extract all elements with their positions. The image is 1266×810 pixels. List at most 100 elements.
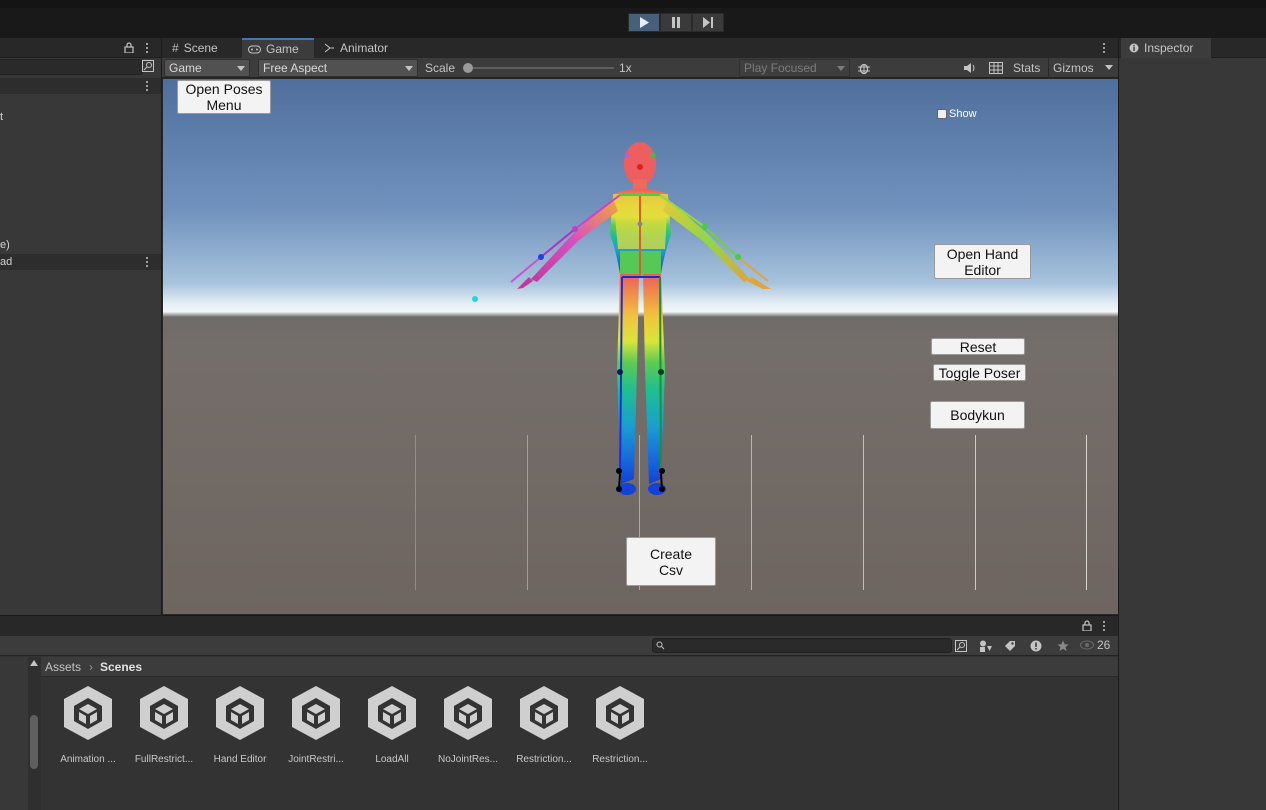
- create-csv-button[interactable]: Create Csv: [626, 537, 716, 586]
- show-checkbox[interactable]: [937, 109, 947, 119]
- tab-scene[interactable]: # Scene: [166, 38, 238, 58]
- open-hand-editor-button[interactable]: Open Hand Editor: [934, 244, 1031, 279]
- hierarchy-item[interactable]: t: [0, 109, 161, 125]
- open-poses-menu-button[interactable]: Open Poses Menu: [177, 80, 271, 114]
- project-search-input[interactable]: [652, 638, 952, 653]
- show-label: Show: [949, 108, 977, 120]
- hierarchy-scene-row-2[interactable]: ad: [0, 254, 161, 270]
- info-icon: [1129, 43, 1139, 53]
- lock-icon[interactable]: [124, 42, 134, 53]
- asset-scene-tile[interactable]: Animation ...: [50, 674, 126, 774]
- asset-scene-tile[interactable]: Restriction...: [506, 674, 582, 774]
- search-scope-button[interactable]: [952, 638, 970, 654]
- game-view-panel: # Scene Game Animator Game Free Aspect S…: [161, 38, 1119, 615]
- filter-by-label-button[interactable]: [1001, 638, 1019, 654]
- tab-inspector[interactable]: Inspector: [1121, 38, 1211, 58]
- reset-button[interactable]: Reset: [931, 338, 1025, 355]
- hierarchy-item[interactable]: ad: [0, 254, 161, 270]
- asset-scene-tile[interactable]: LoadAll: [354, 674, 430, 774]
- asset-scene-tile[interactable]: NoJointRes...: [430, 674, 506, 774]
- title-strip: [0, 0, 1266, 8]
- grid-icon[interactable]: [989, 61, 1003, 75]
- inspector-header: Inspector: [1119, 38, 1266, 58]
- chevron-down-icon: [1105, 65, 1113, 70]
- chevron-down-icon: [237, 66, 245, 71]
- gizmos-dropdown[interactable]: Gizmos: [1048, 58, 1118, 78]
- speaker-icon[interactable]: [963, 61, 977, 75]
- toggle-poser-button[interactable]: Toggle Poser: [933, 364, 1026, 381]
- scale-label: Scale: [425, 61, 456, 75]
- pause-icon: [672, 17, 680, 28]
- grid-line: [415, 435, 416, 590]
- asset-label: FullRestrict...: [134, 754, 194, 765]
- bug-icon[interactable]: [857, 61, 871, 75]
- tab-animator[interactable]: Animator: [318, 38, 398, 58]
- more-icon[interactable]: [141, 42, 153, 54]
- asset-scene-tile[interactable]: FullRestrict...: [126, 674, 202, 774]
- display-dropdown[interactable]: Game: [164, 59, 250, 77]
- search-icon: [656, 641, 665, 650]
- favorites-button[interactable]: [1054, 638, 1072, 654]
- scrollbar-thumb[interactable]: [30, 715, 38, 769]
- more-icon[interactable]: [1098, 620, 1110, 632]
- play-icon: [640, 17, 649, 28]
- unity-scene-icon: [520, 686, 568, 740]
- hierarchy-search-input[interactable]: [0, 59, 143, 75]
- pause-button[interactable]: [660, 13, 692, 32]
- show-toggle[interactable]: Show: [937, 108, 977, 120]
- asset-label: Hand Editor: [213, 754, 267, 765]
- tag-icon: [1005, 641, 1015, 651]
- unity-scene-icon: [64, 686, 112, 740]
- package-count: 26: [1097, 638, 1111, 652]
- star-icon: [1057, 640, 1069, 651]
- scale-slider-handle[interactable]: [463, 63, 473, 73]
- grid-line: [975, 435, 976, 590]
- asset-scene-tile[interactable]: JointRestri...: [278, 674, 354, 774]
- unity-scene-icon: [596, 686, 644, 740]
- hash-icon: #: [172, 41, 179, 55]
- hierarchy-scene-row[interactable]: [0, 78, 161, 94]
- project-folder-tree: [0, 657, 41, 810]
- asset-label: NoJointRes...: [437, 754, 499, 765]
- mannequin-character[interactable]: [463, 139, 783, 519]
- play-focused-dropdown[interactable]: Play Focused: [739, 59, 850, 77]
- show-errors-button[interactable]: [1027, 638, 1045, 654]
- more-icon[interactable]: [1098, 42, 1110, 54]
- scene-search-icon[interactable]: [142, 60, 154, 72]
- asset-scene-tile[interactable]: Restriction...: [582, 674, 658, 774]
- more-icon[interactable]: [141, 80, 153, 92]
- tab-game[interactable]: Game: [242, 38, 314, 58]
- unity-scene-icon: [292, 686, 340, 740]
- unity-scene-icon: [140, 686, 188, 740]
- aspect-dropdown[interactable]: Free Aspect: [258, 59, 418, 77]
- gamepad-icon: [248, 45, 261, 53]
- game-viewport[interactable]: Open Poses Menu Show Open Hand Editor Re…: [163, 79, 1118, 614]
- game-toolbar: Game Free Aspect Scale 1x Play Focused S…: [162, 58, 1119, 78]
- project-toolbar: 26: [0, 636, 1118, 656]
- step-button[interactable]: [692, 13, 724, 32]
- exclamation-icon: [1030, 640, 1042, 652]
- grid-line: [1086, 435, 1087, 590]
- unity-scene-icon: [368, 686, 416, 740]
- lock-icon[interactable]: [1082, 620, 1092, 631]
- unity-scene-icon: [216, 686, 264, 740]
- asset-scene-tile[interactable]: Hand Editor: [202, 674, 278, 774]
- more-icon[interactable]: [141, 256, 153, 268]
- play-button[interactable]: [628, 13, 660, 32]
- filter-by-type-button[interactable]: [976, 638, 994, 654]
- stats-button[interactable]: Stats: [1013, 61, 1040, 75]
- tab-label: Animator: [340, 41, 389, 55]
- asset-label: LoadAll: [375, 754, 409, 765]
- eye-icon: [1080, 640, 1094, 650]
- bodykun-button[interactable]: Bodykun: [930, 401, 1025, 429]
- scroll-up-icon[interactable]: [30, 660, 38, 666]
- hierarchy-item[interactable]: e): [0, 237, 161, 253]
- play-focused-value: Play Focused: [744, 61, 817, 75]
- scale-value: 1x: [619, 61, 632, 75]
- scale-slider-track[interactable]: [466, 67, 614, 69]
- project-header: [0, 616, 1118, 636]
- folder-tree-scrollbar[interactable]: [28, 657, 41, 810]
- asset-label: Animation ...: [60, 754, 116, 765]
- gizmos-label: Gizmos: [1053, 61, 1094, 75]
- hidden-packages-toggle[interactable]: 26: [1080, 638, 1110, 652]
